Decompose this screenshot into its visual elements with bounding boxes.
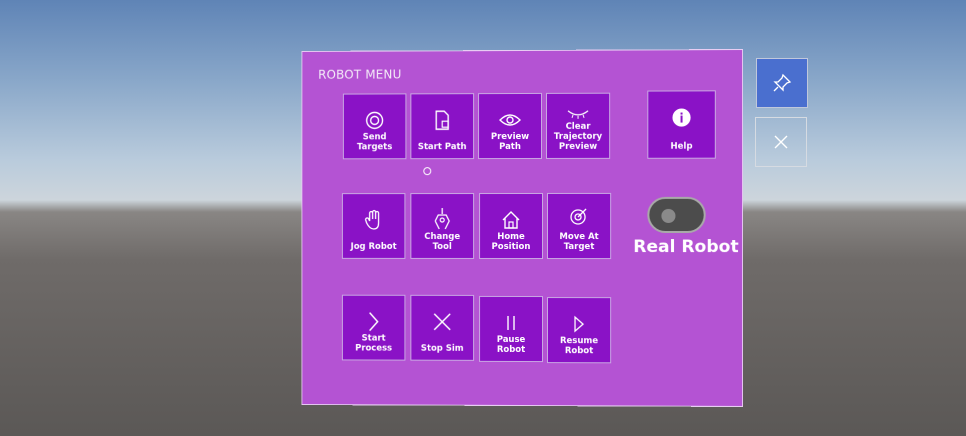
change-tool-label: Change Tool [424, 231, 461, 252]
pause-icon [480, 311, 542, 335]
home-icon [480, 208, 542, 232]
pause-robot-button[interactable]: Pause Robot [479, 295, 543, 363]
panel-title: ROBOT MENU [318, 67, 402, 82]
preview-path-label: Preview Path [490, 131, 530, 153]
change-tool-button[interactable]: Change Tool [410, 193, 475, 259]
hand-icon [343, 208, 405, 232]
play-icon [548, 312, 610, 336]
resume-robot-label: Resume Robot [559, 336, 599, 357]
toggle-knob [661, 208, 676, 223]
stop-sim-label: Stop Sim [420, 343, 464, 354]
close-icon [756, 118, 806, 166]
document-icon [411, 108, 473, 132]
move-at-target-button[interactable]: Move At Target [547, 192, 612, 260]
help-button[interactable]: Help [647, 90, 716, 159]
start-process-button[interactable]: Start Process [341, 294, 406, 361]
start-process-label: Start Process [355, 333, 393, 354]
stop-sim-button[interactable]: Stop Sim [410, 294, 475, 361]
jog-robot-label: Jog Robot [350, 241, 397, 252]
target-arrow-icon [548, 204, 610, 228]
resume-robot-button[interactable]: Resume Robot [547, 297, 612, 364]
pointer-cursor [423, 167, 432, 176]
info-icon [648, 105, 714, 129]
home-position-button[interactable]: Home Position [479, 192, 543, 260]
help-label: Help [670, 141, 693, 152]
eye-icon [479, 108, 541, 132]
preview-path-button[interactable]: Preview Path [478, 92, 542, 160]
chevron-right-icon [343, 310, 405, 334]
send-targets-button[interactable]: Send Targets [342, 93, 407, 160]
real-robot-toggle[interactable] [647, 196, 706, 234]
send-targets-label: Send Targets [356, 132, 393, 153]
home-position-label: Home Position [491, 231, 531, 253]
pause-robot-label: Pause Robot [496, 334, 526, 356]
start-path-label: Start Path [417, 142, 467, 153]
pin-icon [757, 59, 807, 107]
clear-trajectory-label: Clear Trajectory Preview [553, 121, 603, 152]
pin-button[interactable] [756, 58, 808, 108]
robot-menu-panel: ROBOT MENU Send Targets Start Path Previ… [301, 49, 744, 407]
start-path-button[interactable]: Start Path [410, 93, 475, 160]
real-robot-label: Real Robot [633, 237, 739, 258]
clear-trajectory-button[interactable]: Clear Trajectory Preview [546, 92, 611, 159]
x-icon [411, 310, 473, 334]
jog-robot-button[interactable]: Jog Robot [341, 193, 406, 259]
close-button[interactable] [755, 117, 807, 167]
gripper-icon [411, 208, 473, 232]
move-at-target-label: Move At Target [559, 232, 599, 253]
target-icon [344, 108, 406, 132]
